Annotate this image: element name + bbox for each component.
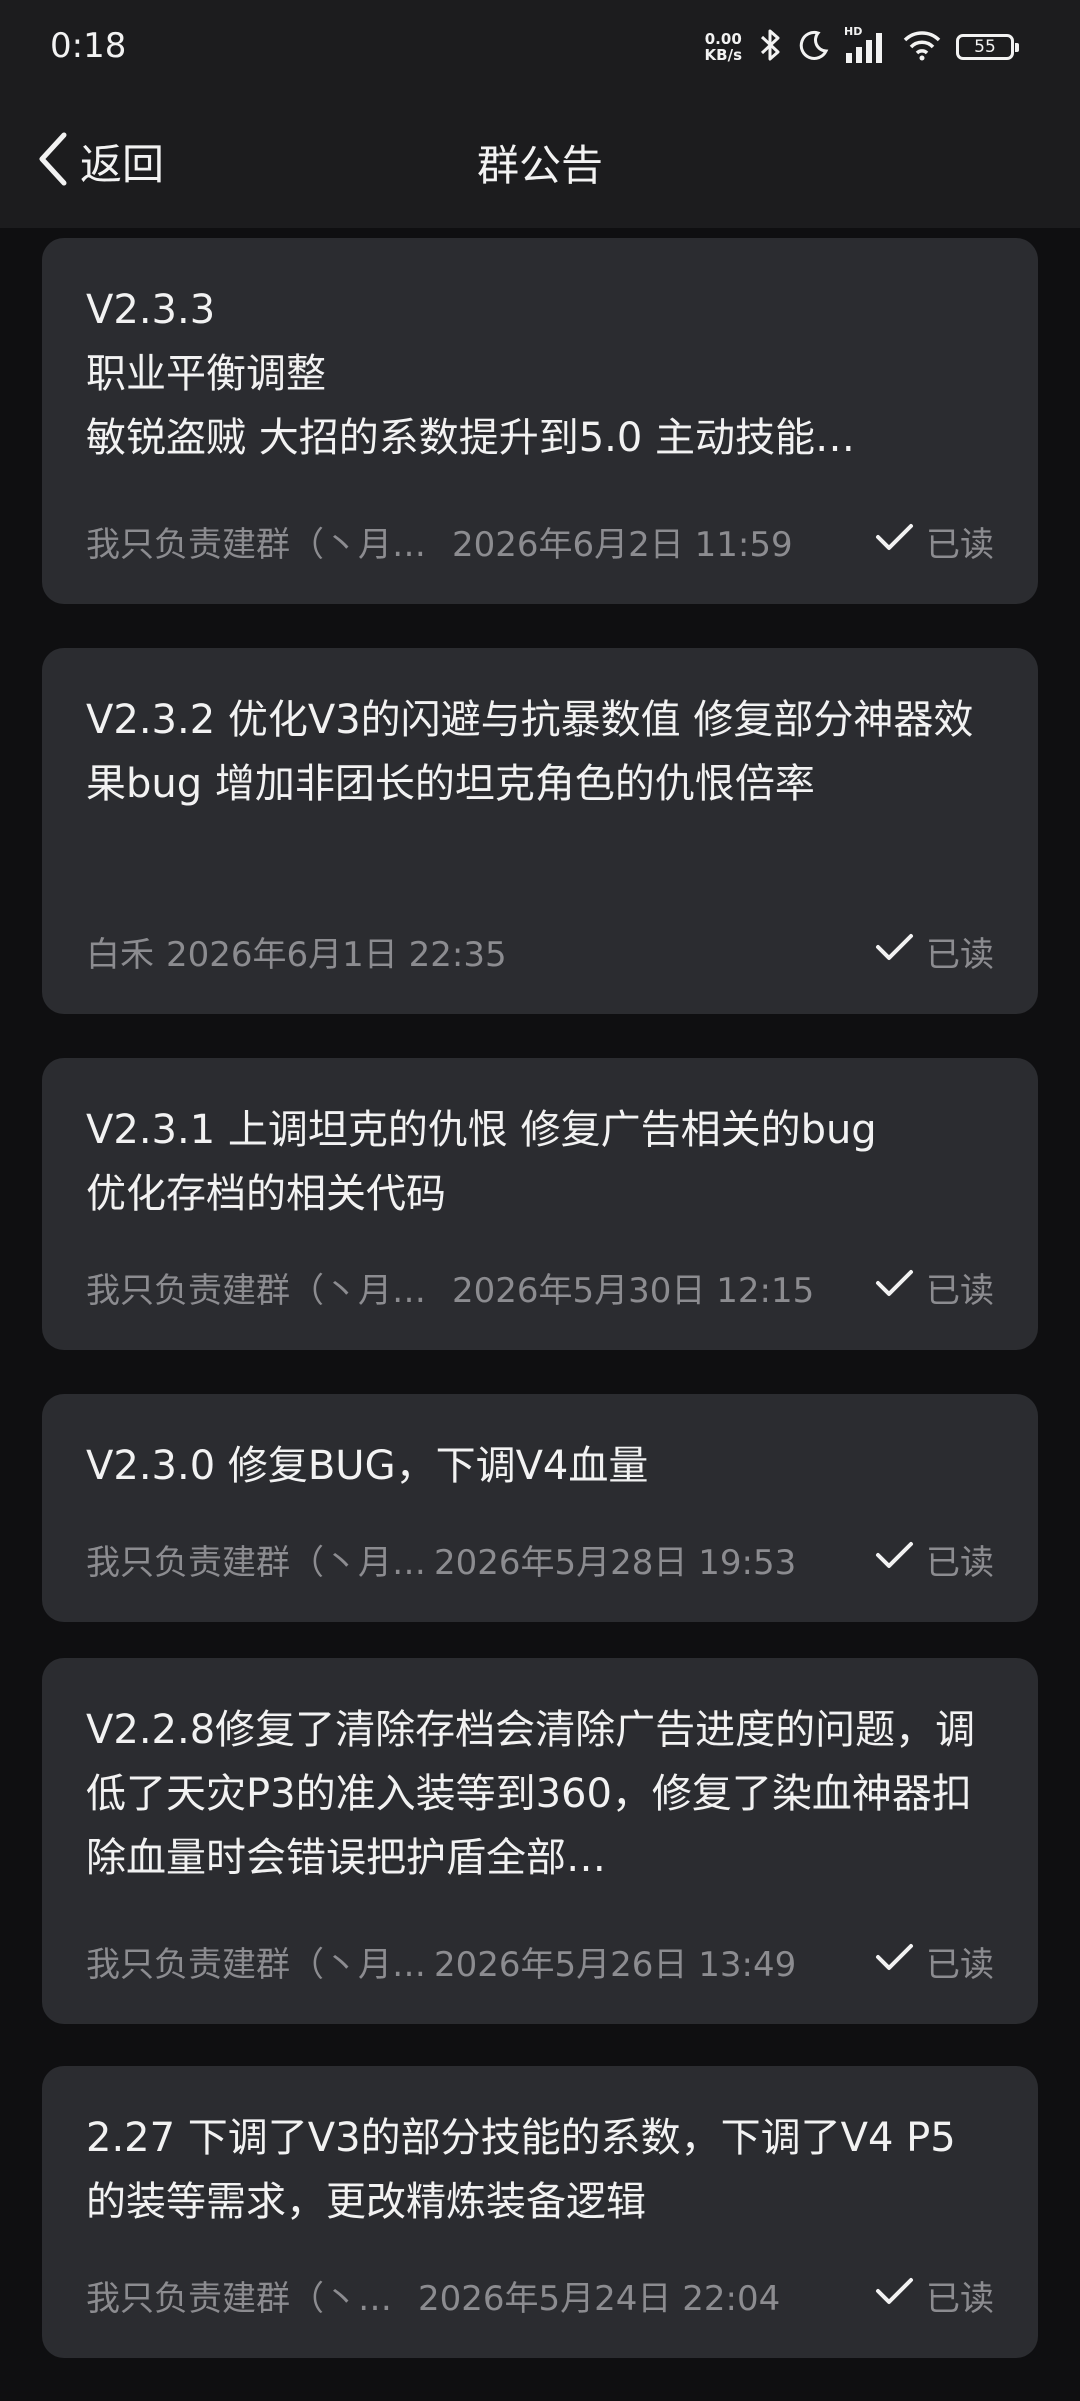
checkmark-icon — [874, 931, 914, 971]
announcement-card[interactable]: V2.3.1 上调坦克的仇恨 修复广告相关的bug 优化存档的相关代码 我只负责… — [42, 1058, 1038, 1350]
checkmark-icon — [874, 521, 914, 561]
announcement-time: 2026年5月24日 22:04 — [418, 2278, 781, 2319]
read-status-label: 已读 — [926, 1270, 994, 1311]
read-status: 已读 — [874, 1263, 994, 1312]
announcement-card[interactable]: V2.3.2 优化V3的闪避与抗暴数值 修复部分神器效果bug 增加非团长的坦克… — [42, 648, 1038, 1014]
read-status: 已读 — [874, 517, 994, 566]
announcement-card[interactable]: V2.3.3 职业平衡调整 敏锐盗贼 大招的系数提升到5.0 主动技能… 我只负… — [42, 238, 1038, 604]
announcement-meta: 我只负责建群（丶月… 2026年5月28日 19:53 已读 — [86, 1534, 994, 1584]
announcement-meta: 白禾 2026年6月1日 22:35 已读 — [86, 926, 994, 976]
net-speed-unit: KB/s — [704, 46, 742, 64]
read-status: 已读 — [874, 2271, 994, 2320]
net-speed-value: 0.00 — [704, 30, 742, 48]
read-status-label: 已读 — [926, 934, 994, 975]
announcement-time: 2026年6月2日 11:59 — [452, 524, 793, 565]
page-title: 群公告 — [476, 141, 603, 190]
announcement-text: V2.3.1 上调坦克的仇恨 修复广告相关的bug 优化存档的相关代码 — [86, 1107, 877, 1217]
battery-level: 55 — [974, 37, 996, 57]
announcement-time: 2026年5月30日 12:15 — [452, 1270, 815, 1311]
announcement-author: 我只负责建群（丶月… — [86, 1542, 426, 1583]
announcement-text: V2.2.8修复了清除存档会清除广告进度的问题，调低了天灾P3的准入装等到360… — [86, 1707, 976, 1881]
announcement-author: 我只负责建群（丶月… — [86, 524, 426, 565]
announcement-card[interactable]: 2.27 下调了V3的部分技能的系数，下调了V4 P5的装等需求，更改精炼装备逻… — [42, 2066, 1038, 2358]
announcement-meta: 我只负责建群（丶… 2026年5月24日 22:04 已读 — [86, 2270, 994, 2320]
announcement-author: 我只负责建群（丶月… — [86, 1270, 426, 1311]
announcement-author: 我只负责建群（丶月… — [86, 1944, 426, 1985]
status-bar: 0:18 0.00 KB/s HD 55 — [0, 0, 1080, 96]
read-status-label: 已读 — [926, 1944, 994, 1985]
moon-icon — [798, 29, 830, 65]
bluetooth-icon — [756, 28, 784, 66]
read-status-label: 已读 — [926, 1542, 994, 1583]
announcement-text: 2.27 下调了V3的部分技能的系数，下调了V4 P5的装等需求，更改精炼装备逻… — [86, 2115, 956, 2225]
net-speed: 0.00 KB/s — [705, 31, 742, 63]
announcement-meta: 我只负责建群（丶月… 2026年6月2日 11:59 已读 — [86, 516, 994, 566]
announcement-time: 2026年5月28日 19:53 — [434, 1542, 797, 1583]
signal-icon: HD — [844, 25, 888, 63]
announcement-meta: 我只负责建群（丶月… 2026年5月26日 13:49 已读 — [86, 1936, 994, 1986]
announcement-author: 白禾 — [86, 934, 154, 975]
announcement-text: V2.3.2 优化V3的闪避与抗暴数值 修复部分神器效果bug 增加非团长的坦克… — [86, 697, 974, 807]
announcement-time: 2026年5月26日 13:49 — [434, 1944, 797, 1985]
announcement-time: 2026年6月1日 22:35 — [166, 934, 507, 975]
checkmark-icon — [874, 1539, 914, 1579]
read-status-label: 已读 — [926, 524, 994, 565]
status-time: 0:18 — [50, 26, 127, 66]
status-icons: 0.00 KB/s HD 55 — [705, 25, 1020, 66]
checkmark-icon — [874, 2275, 914, 2315]
announcement-card[interactable]: V2.3.0 修复BUG，下调V4血量 我只负责建群（丶月… 2026年5月28… — [42, 1394, 1038, 1622]
checkmark-icon — [874, 1941, 914, 1981]
checkmark-icon — [874, 1267, 914, 1307]
read-status: 已读 — [874, 1535, 994, 1584]
network-type-label: HD — [844, 25, 863, 38]
announcement-meta: 我只负责建群（丶月… 2026年5月30日 12:15 已读 — [86, 1262, 994, 1312]
announcement-author: 我只负责建群（丶… — [86, 2278, 392, 2319]
announcement-text: V2.3.0 修复BUG，下调V4血量 — [86, 1443, 649, 1489]
battery-icon: 55 — [956, 34, 1019, 60]
wifi-icon — [902, 29, 942, 65]
navigation-bar: 返回 群公告 — [0, 96, 1080, 228]
announcement-text: V2.3.3 职业平衡调整 敏锐盗贼 大招的系数提升到5.0 主动技能… — [86, 287, 856, 461]
announcement-card[interactable]: V2.2.8修复了清除存档会清除广告进度的问题，调低了天灾P3的准入装等到360… — [42, 1658, 1038, 2024]
read-status: 已读 — [874, 927, 994, 976]
read-status-label: 已读 — [926, 2278, 994, 2319]
read-status: 已读 — [874, 1937, 994, 1986]
